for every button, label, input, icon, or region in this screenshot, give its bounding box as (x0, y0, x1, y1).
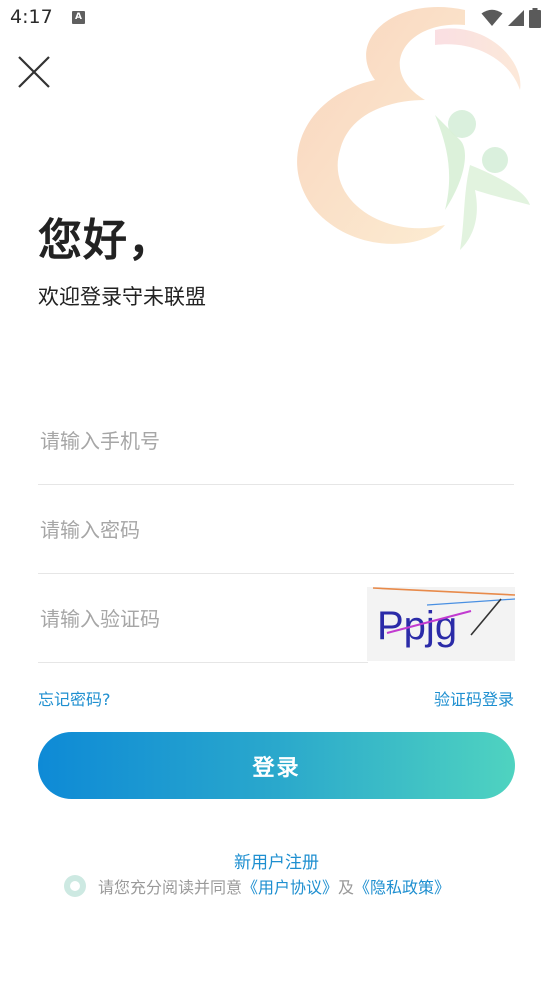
captcha-image[interactable]: Ppjg (367, 587, 515, 661)
welcome-subtitle: 欢迎登录守未联盟 (38, 285, 206, 309)
privacy-policy-link[interactable]: 《隐私政策》 (354, 874, 450, 898)
notification-a-icon: A (72, 11, 85, 24)
status-time: 4:17 (10, 6, 53, 28)
password-field (38, 486, 514, 574)
agree-prefix-text: 请您充分阅读并同意 (98, 878, 243, 897)
captcha-field (38, 575, 368, 663)
user-agreement-link[interactable]: 《用户协议》 (242, 874, 338, 898)
background-logo-decoration (297, 7, 530, 250)
phone-input[interactable] (38, 397, 514, 484)
agreement-row: 请您充分阅读并同意 《用户协议》 及 《隐私政策》 (64, 873, 450, 899)
captcha-input[interactable] (38, 575, 368, 662)
forgot-password-link[interactable]: 忘记密码? (38, 686, 111, 710)
register-row: 新用户注册 (0, 848, 553, 873)
login-button[interactable]: 登录 (38, 732, 515, 799)
phone-field (38, 397, 514, 485)
sms-code-login-link[interactable]: 验证码登录 (434, 686, 514, 710)
agree-checkbox[interactable] (64, 875, 86, 897)
password-input[interactable] (38, 486, 514, 573)
agree-and-text: 及 (338, 878, 355, 897)
close-icon[interactable] (16, 54, 52, 90)
register-link[interactable]: 新用户注册 (234, 853, 319, 873)
greeting-title: 您好， (38, 215, 173, 266)
